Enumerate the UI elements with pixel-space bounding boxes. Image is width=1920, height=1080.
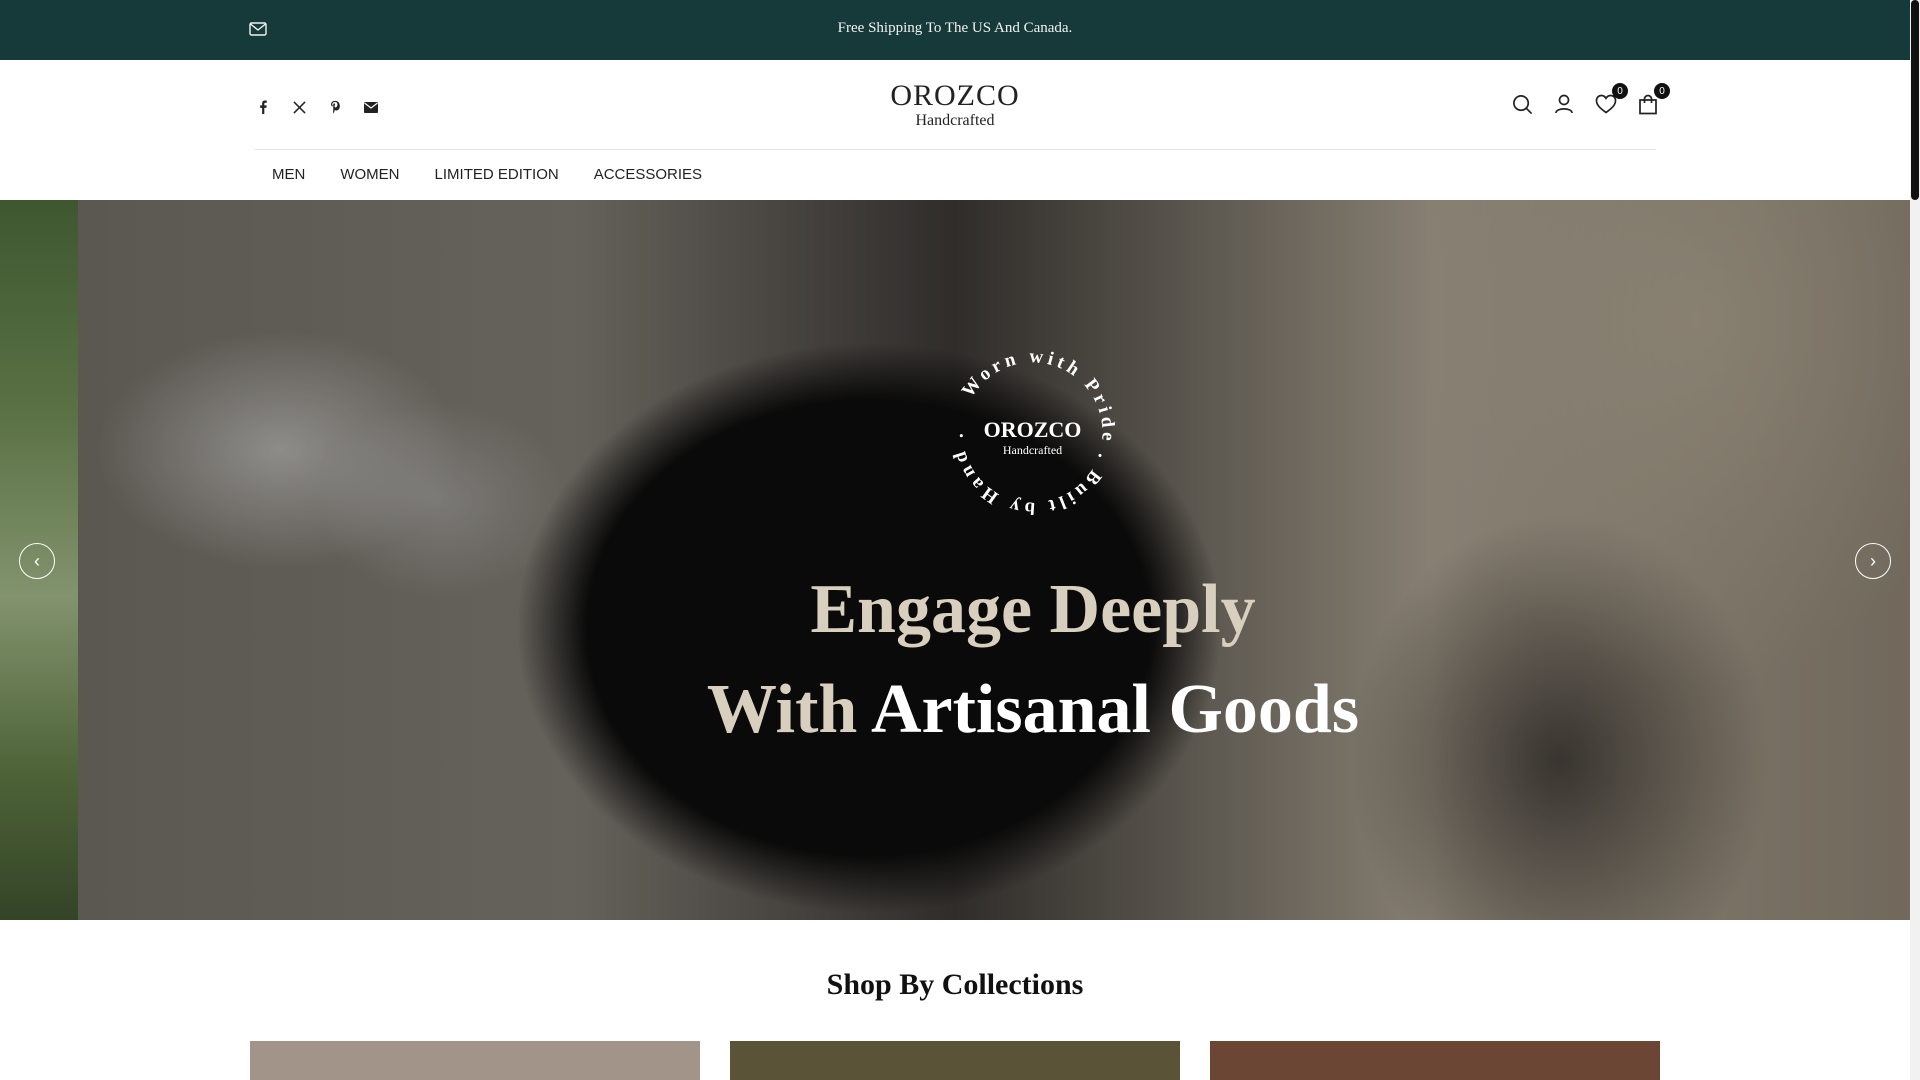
chevron-right-icon: › bbox=[1870, 550, 1876, 571]
cart-button[interactable]: 0 bbox=[1636, 83, 1670, 116]
hero-badge-brand: OROZCO bbox=[984, 417, 1082, 442]
cart-icon bbox=[1639, 94, 1657, 114]
collection-card[interactable] bbox=[730, 1041, 1180, 1080]
hero-badge-sub: Handcrafted bbox=[1003, 443, 1062, 457]
hero-title-line-2-a: With bbox=[706, 671, 858, 748]
wishlist-button[interactable]: 0 bbox=[1594, 83, 1628, 116]
account-icon[interactable] bbox=[1552, 92, 1576, 116]
collections-title: Shop By Collections bbox=[826, 968, 1084, 1001]
chevron-left-icon: ‹ bbox=[34, 550, 40, 571]
nav-item-women[interactable]: WOMEN bbox=[340, 166, 399, 183]
collection-card[interactable] bbox=[1210, 1041, 1660, 1080]
slider-prev-button[interactable]: ‹ bbox=[19, 543, 55, 579]
heart-icon bbox=[1595, 94, 1617, 114]
nav-item-accessories[interactable]: ACCESSORIES bbox=[594, 166, 702, 183]
main-nav: MEN WOMEN LIMITED EDITION ACCESSORIES bbox=[272, 166, 702, 183]
header-actions: 0 0 bbox=[1510, 83, 1670, 116]
cart-count: 0 bbox=[1654, 83, 1670, 99]
nav-item-men[interactable]: MEN bbox=[272, 166, 305, 183]
announcement-text: Free Shipping To The US And Canada. bbox=[837, 20, 1073, 36]
hero-badge-logo: Worn with Pride . Built by Hand . OROZCO… bbox=[950, 350, 1115, 515]
collection-cards bbox=[250, 1041, 1660, 1080]
page-scrollbar[interactable] bbox=[1910, 0, 1920, 1080]
slider-next-button[interactable]: › bbox=[1855, 543, 1891, 579]
hero-title-line-2: With Artisanal Goods bbox=[0, 660, 1920, 760]
collection-card[interactable] bbox=[250, 1041, 700, 1080]
hero-title-line-2-b: Artisanal Goods bbox=[870, 671, 1360, 748]
announcement-bar: Free Shipping To The US And Canada. bbox=[0, 0, 1910, 60]
site-header: OROZCO Handcrafted 0 0 MEN WOMEN LIMITED… bbox=[0, 60, 1910, 200]
header-divider bbox=[254, 149, 1656, 150]
hero-heading: Engage Deeply With Artisanal Goods bbox=[0, 560, 1920, 760]
nav-item-limited-edition[interactable]: LIMITED EDITION bbox=[435, 166, 559, 183]
wishlist-count: 0 bbox=[1612, 83, 1628, 99]
hero-title-line-1: Engage Deeply bbox=[810, 571, 1256, 648]
scrollbar-thumb[interactable] bbox=[1911, 0, 1919, 200]
search-icon[interactable] bbox=[1510, 92, 1534, 116]
